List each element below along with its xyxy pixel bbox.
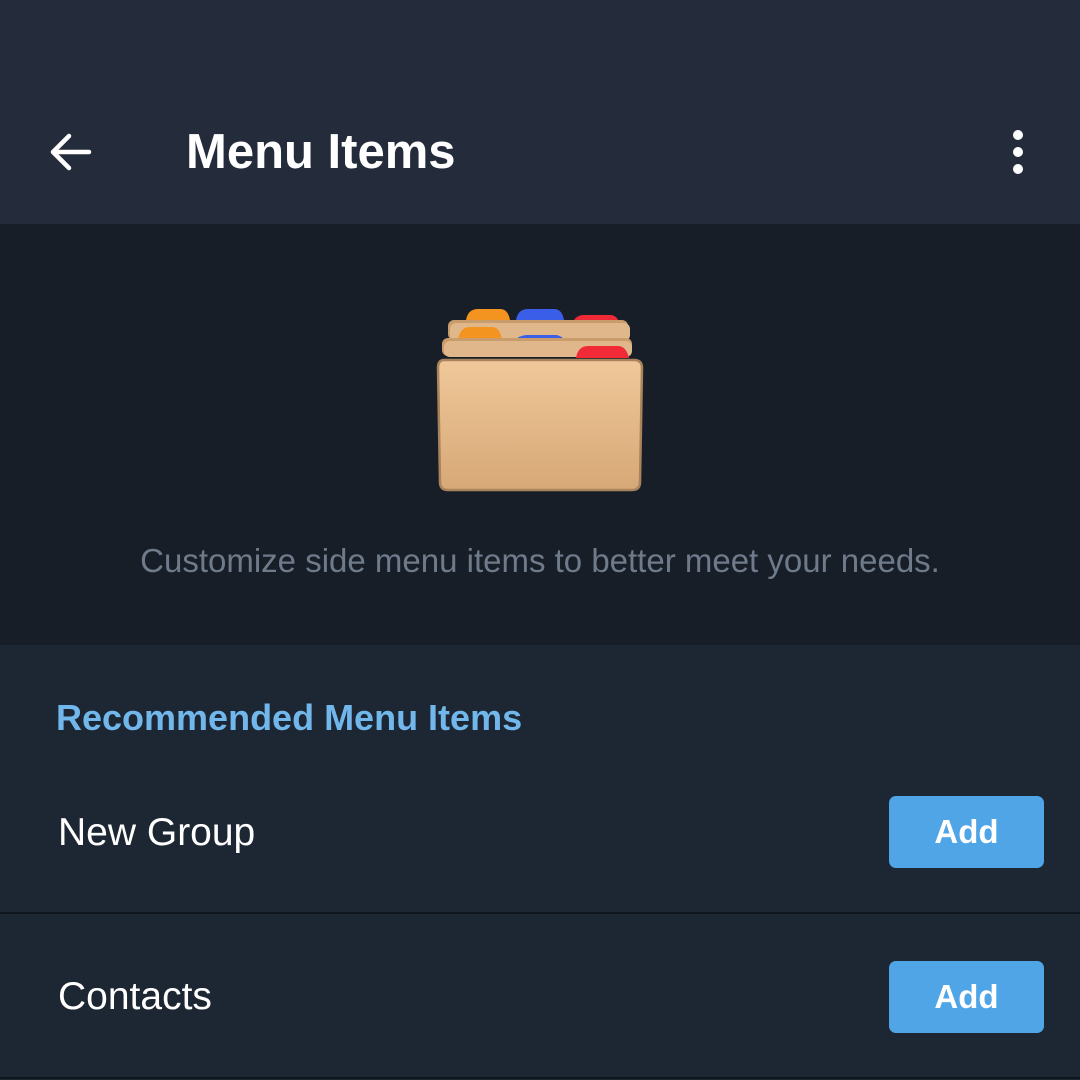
hero-description: Customize side menu items to better meet… [140, 542, 940, 579]
divider [0, 1077, 1080, 1079]
list-item-new-group[interactable]: New Group Add [0, 750, 1080, 914]
more-options-button[interactable] [990, 117, 1046, 187]
list-item-contacts[interactable]: Contacts Add [0, 914, 1080, 1078]
list-item-label: Contacts [58, 975, 212, 1018]
list-item-label: New Group [58, 811, 256, 854]
section-title: Recommended Menu Items [56, 697, 523, 738]
add-contacts-button[interactable]: Add [889, 961, 1044, 1033]
page-title: Menu Items [186, 125, 456, 179]
arrow-left-icon [50, 133, 92, 171]
menu-items-screen: Menu Items Customize side menu items to … [0, 0, 1080, 1080]
add-new-group-button[interactable]: Add [889, 796, 1044, 868]
more-vert-icon [1013, 130, 1023, 174]
back-button[interactable] [36, 117, 106, 187]
file-cabinet-folder-icon [430, 300, 650, 500]
app-bar: Menu Items [0, 0, 1080, 224]
